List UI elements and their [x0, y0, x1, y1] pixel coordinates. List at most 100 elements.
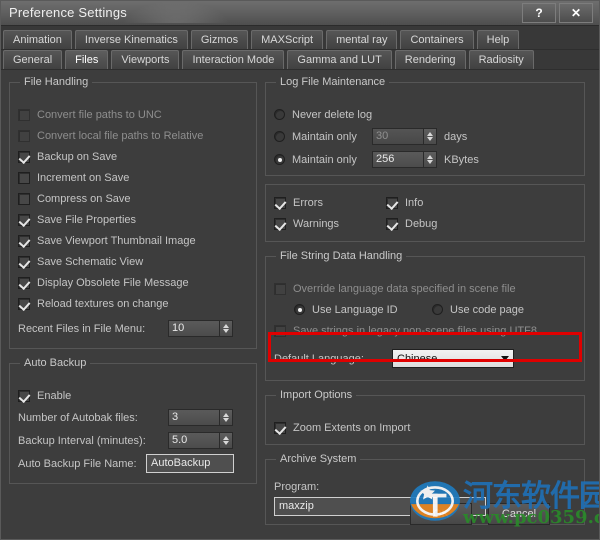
- chevron-up-icon[interactable]: [223, 436, 229, 440]
- checkbox-convert-unc[interactable]: [18, 108, 30, 121]
- option-backup-on-save[interactable]: Backup on Save: [18, 146, 248, 167]
- tab-viewports[interactable]: Viewports: [111, 50, 180, 69]
- tab-maxscript[interactable]: MAXScript: [251, 30, 324, 49]
- close-icon[interactable]: ✕: [559, 3, 593, 23]
- ok-button[interactable]: OK: [410, 503, 472, 525]
- chevron-down-icon[interactable]: [427, 160, 433, 164]
- recent-files-row: Recent Files in File Menu: 10: [18, 317, 248, 340]
- option-save-viewport-thumbnail[interactable]: Save Viewport Thumbnail Image: [18, 230, 248, 251]
- recent-files-stepper[interactable]: [220, 320, 233, 337]
- label-legacy-utf8: Save strings in legacy non-scene files u…: [293, 324, 537, 337]
- checkbox-override-language[interactable]: [274, 282, 286, 295]
- option-save-schematic-view[interactable]: Save Schematic View: [18, 251, 248, 272]
- backup-interval-row: Backup Interval (minutes): 5.0: [18, 429, 248, 452]
- title-bar[interactable]: Preference Settings ? ✕: [1, 1, 599, 26]
- option-log-errors[interactable]: Errors: [274, 192, 386, 213]
- tab-strip-primary: General Files Viewports Interaction Mode…: [1, 50, 599, 70]
- right-column: Log File Maintenance Never delete log Ma…: [265, 76, 585, 533]
- tab-rendering[interactable]: Rendering: [394, 50, 466, 69]
- checkbox-convert-relative[interactable]: [18, 129, 30, 142]
- option-log-warnings[interactable]: Warnings: [274, 213, 386, 234]
- checkbox-save-viewport-thumbnail[interactable]: [18, 234, 30, 247]
- tab-animation[interactable]: Animation: [3, 30, 72, 49]
- log-levels-box: Errors Warnings Info Debug: [265, 184, 585, 242]
- file-handling-group: File Handling Convert file paths to UNC …: [9, 76, 257, 349]
- option-increment-on-save[interactable]: Increment on Save: [18, 167, 248, 188]
- radio-use-language-id[interactable]: [294, 304, 305, 315]
- option-maintain-kbytes[interactable]: Maintain only 256 KBytes: [274, 148, 576, 171]
- option-compress-on-save[interactable]: Compress on Save: [18, 188, 248, 209]
- chevron-up-icon[interactable]: [427, 155, 433, 159]
- chevron-up-icon[interactable]: [223, 413, 229, 417]
- option-log-debug[interactable]: Debug: [386, 213, 437, 234]
- option-reload-textures[interactable]: Reload textures on change: [18, 293, 248, 314]
- backup-interval-stepper[interactable]: [220, 432, 233, 449]
- option-auto-backup-enable[interactable]: Enable: [18, 385, 248, 406]
- radio-never-delete-log[interactable]: [274, 109, 285, 120]
- spinner-backup-interval[interactable]: 5.0: [168, 432, 233, 449]
- spinner-recent-files[interactable]: 10: [168, 320, 233, 337]
- spinner-maintain-kbytes[interactable]: 256: [372, 151, 437, 168]
- chevron-down-icon[interactable]: [497, 356, 513, 361]
- option-override-language[interactable]: Override language data specified in scen…: [274, 278, 576, 299]
- label-convert-unc: Convert file paths to UNC: [37, 108, 162, 121]
- spinner-num-autobak[interactable]: 3: [168, 409, 233, 426]
- spinner-maintain-days[interactable]: 30: [372, 128, 437, 145]
- option-legacy-utf8[interactable]: Save strings in legacy non-scene files u…: [274, 320, 576, 341]
- checkbox-log-info[interactable]: [386, 196, 398, 209]
- help-button[interactable]: ?: [522, 3, 556, 23]
- checkbox-legacy-utf8[interactable]: [274, 324, 286, 337]
- radio-use-code-page[interactable]: [432, 304, 443, 315]
- checkbox-reload-textures[interactable]: [18, 297, 30, 310]
- tab-help[interactable]: Help: [476, 30, 520, 49]
- checkbox-save-schematic-view[interactable]: [18, 255, 30, 268]
- option-never-delete-log[interactable]: Never delete log: [274, 104, 576, 125]
- tab-interaction-mode[interactable]: Interaction Mode: [182, 50, 285, 69]
- chevron-up-icon[interactable]: [427, 132, 433, 136]
- backup-interval-input[interactable]: 5.0: [168, 432, 220, 449]
- tab-inverse-kinematics[interactable]: Inverse Kinematics: [74, 30, 188, 49]
- maintain-days-stepper[interactable]: [424, 128, 437, 145]
- auto-backup-filename-input[interactable]: AutoBackup: [146, 454, 234, 473]
- tab-general[interactable]: General: [3, 50, 63, 69]
- num-autobak-input[interactable]: 3: [168, 409, 220, 426]
- option-display-obsolete-message[interactable]: Display Obsolete File Message: [18, 272, 248, 293]
- option-maintain-days[interactable]: Maintain only 30 days: [274, 125, 576, 148]
- option-convert-relative[interactable]: Convert local file paths to Relative: [18, 125, 248, 146]
- checkbox-log-warnings[interactable]: [274, 217, 286, 230]
- maintain-kbytes-input[interactable]: 256: [372, 151, 424, 168]
- tab-gamma-and-lut[interactable]: Gamma and LUT: [287, 50, 392, 69]
- chevron-down-icon[interactable]: [223, 441, 229, 445]
- option-convert-unc[interactable]: Convert file paths to UNC: [18, 104, 248, 125]
- chevron-up-icon[interactable]: [223, 324, 229, 328]
- checkbox-display-obsolete-message[interactable]: [18, 276, 30, 289]
- checkbox-compress-on-save[interactable]: [18, 192, 30, 205]
- maintain-days-input[interactable]: 30: [372, 128, 424, 145]
- option-zoom-extents-on-import[interactable]: Zoom Extents on Import: [274, 417, 576, 438]
- chevron-down-icon[interactable]: [223, 418, 229, 422]
- tab-containers[interactable]: Containers: [400, 30, 474, 49]
- recent-files-input[interactable]: 10: [168, 320, 220, 337]
- cancel-button[interactable]: Cancel: [488, 503, 550, 525]
- option-save-file-properties[interactable]: Save File Properties: [18, 209, 248, 230]
- checkbox-auto-backup-enable[interactable]: [18, 389, 30, 402]
- checkbox-log-debug[interactable]: [386, 217, 398, 230]
- maintain-kbytes-stepper[interactable]: [424, 151, 437, 168]
- label-convert-relative: Convert local file paths to Relative: [37, 129, 204, 142]
- chevron-down-icon[interactable]: [427, 137, 433, 141]
- chevron-down-icon[interactable]: [223, 329, 229, 333]
- tab-radiosity[interactable]: Radiosity: [468, 50, 534, 69]
- tab-mental-ray[interactable]: mental ray: [326, 30, 398, 49]
- checkbox-zoom-extents-on-import[interactable]: [274, 421, 286, 434]
- radio-maintain-kbytes[interactable]: [274, 154, 285, 165]
- tab-files[interactable]: Files: [65, 50, 109, 69]
- checkbox-log-errors[interactable]: [274, 196, 286, 209]
- radio-maintain-days[interactable]: [274, 131, 285, 142]
- tab-gizmos[interactable]: Gizmos: [190, 30, 249, 49]
- checkbox-backup-on-save[interactable]: [18, 150, 30, 163]
- option-log-info[interactable]: Info: [386, 192, 437, 213]
- num-autobak-stepper[interactable]: [220, 409, 233, 426]
- default-language-select[interactable]: Chinese: [392, 349, 514, 368]
- checkbox-save-file-properties[interactable]: [18, 213, 30, 226]
- checkbox-increment-on-save[interactable]: [18, 171, 30, 184]
